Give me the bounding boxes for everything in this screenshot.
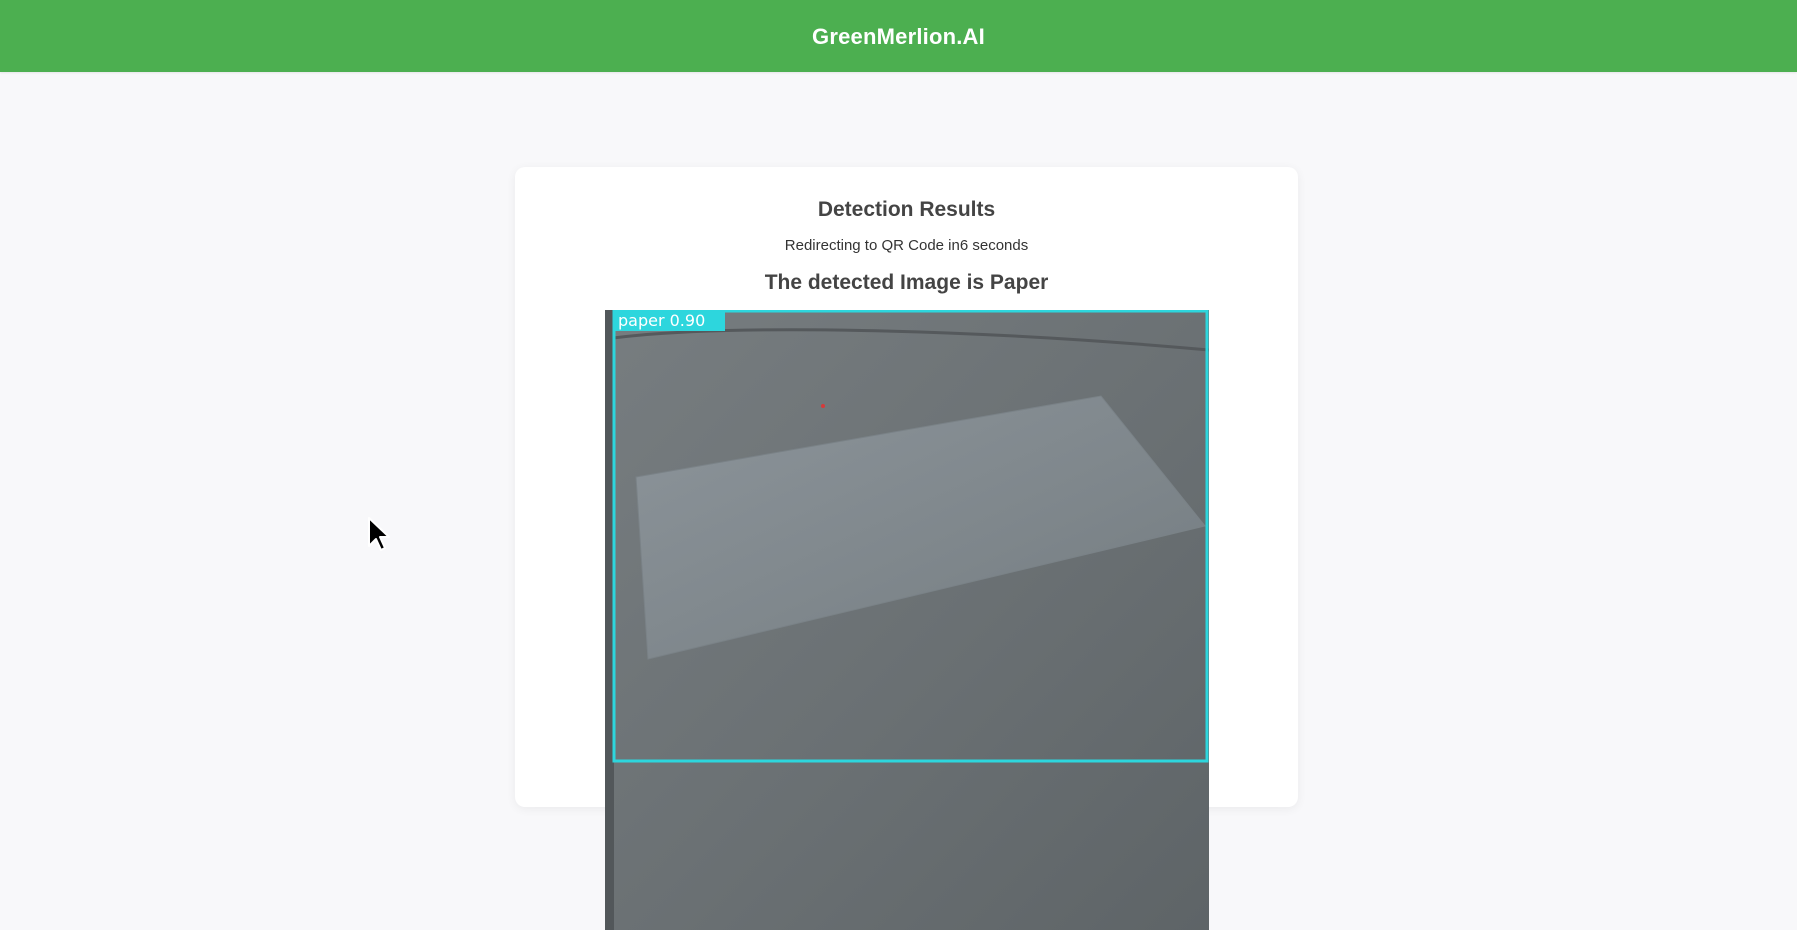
detection-photo: paper 0.90 (605, 310, 1209, 930)
detection-label: paper 0.90 (618, 311, 705, 330)
red-marker-dot (821, 404, 825, 408)
app-header: GreenMerlion.AI (0, 0, 1797, 72)
detection-results-title: Detection Results (817, 198, 996, 221)
detection-result-image: paper 0.90 (605, 310, 1209, 930)
detection-results-card: Detection Results Redirecting to QR Code… (515, 167, 1298, 930)
mouse-pointer-icon (367, 516, 391, 552)
brand-title: GreenMerlion.AI (812, 23, 985, 49)
detected-image-heading: The detected Image is Paper (764, 271, 1049, 294)
redirect-countdown-text: Redirecting to QR Code in6 seconds (784, 237, 1029, 254)
